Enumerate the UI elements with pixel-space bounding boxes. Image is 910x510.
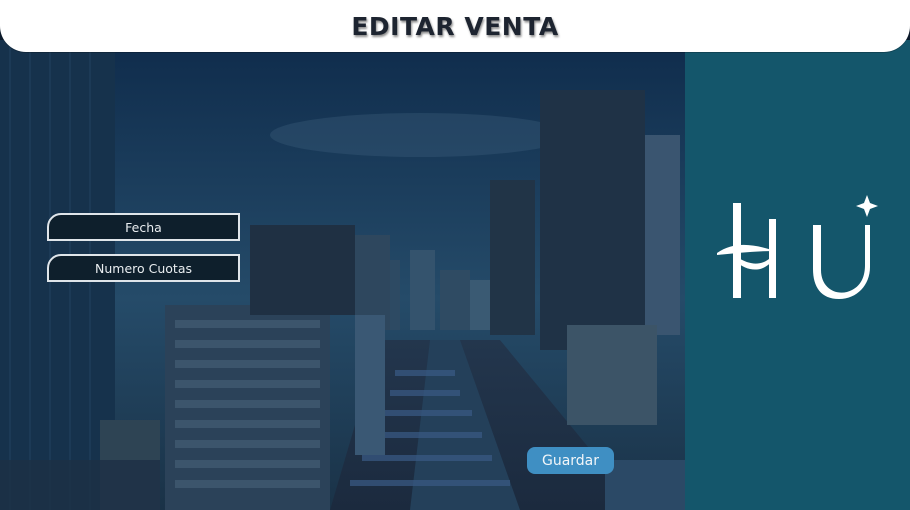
side-panel	[685, 40, 910, 510]
numero-cuotas-field[interactable]	[47, 254, 240, 282]
fecha-field[interactable]	[47, 213, 240, 241]
save-button[interactable]: Guardar	[527, 447, 614, 474]
logo-mark	[717, 195, 878, 299]
page-title: EDITAR VENTA	[351, 12, 559, 41]
numero-cuotas-input[interactable]	[49, 256, 238, 280]
fecha-input[interactable]	[49, 215, 238, 239]
header-bar: EDITAR VENTA	[0, 0, 910, 52]
